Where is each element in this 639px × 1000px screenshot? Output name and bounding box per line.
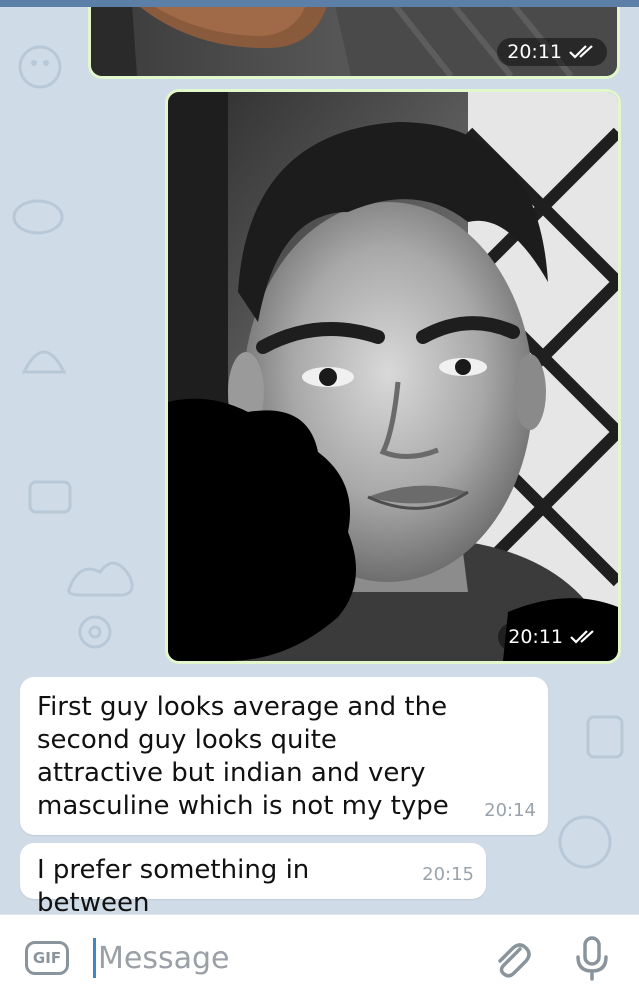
double-check-icon: [569, 45, 593, 59]
photo-time-label: 20:11: [507, 41, 562, 63]
photo-image[interactable]: 20:11: [91, 7, 617, 76]
wallpaper-doodle-icon: [67, 561, 134, 597]
photo-timestamp: 20:11: [498, 623, 608, 651]
mic-icon[interactable]: [572, 935, 612, 983]
incoming-message[interactable]: I prefer something in between 20:15: [20, 843, 486, 914]
wallpaper-doodle-icon: [28, 480, 72, 514]
attach-icon[interactable]: [490, 937, 534, 981]
wallpaper-doodle-icon: [12, 199, 64, 235]
photo-message[interactable]: 20:11: [88, 7, 620, 79]
message-text: First guy looks average and the second g…: [37, 692, 449, 821]
wallpaper-doodle-icon: [558, 815, 612, 869]
incoming-message[interactable]: First guy looks average and the second g…: [20, 677, 548, 835]
photo-image[interactable]: 20:11: [168, 92, 618, 661]
photo-message[interactable]: 20:11: [165, 89, 621, 664]
photo-timestamp: 20:11: [497, 38, 607, 66]
message-input[interactable]: [98, 935, 458, 981]
double-check-icon: [570, 630, 594, 644]
wallpaper-doodle-icon: [586, 715, 624, 759]
message-input-bar: GIF: [0, 914, 639, 1000]
gif-button[interactable]: GIF: [25, 941, 69, 975]
message-time: 20:15: [422, 864, 474, 885]
message-text: I prefer something in between: [37, 855, 310, 914]
message-time: 20:14: [484, 800, 536, 821]
wallpaper-doodle-icon: [21, 350, 67, 374]
photo-time-label: 20:11: [508, 626, 563, 648]
text-caret: [93, 938, 96, 978]
top-bar: [0, 0, 639, 7]
chat-area[interactable]: 20:11 20:11 First guy looks average and …: [0, 7, 639, 914]
wallpaper-doodle-icon: [78, 615, 112, 649]
gif-icon: GIF: [32, 949, 62, 967]
portrait-photo-icon: [168, 92, 618, 661]
wallpaper-doodle-icon: [18, 45, 62, 89]
